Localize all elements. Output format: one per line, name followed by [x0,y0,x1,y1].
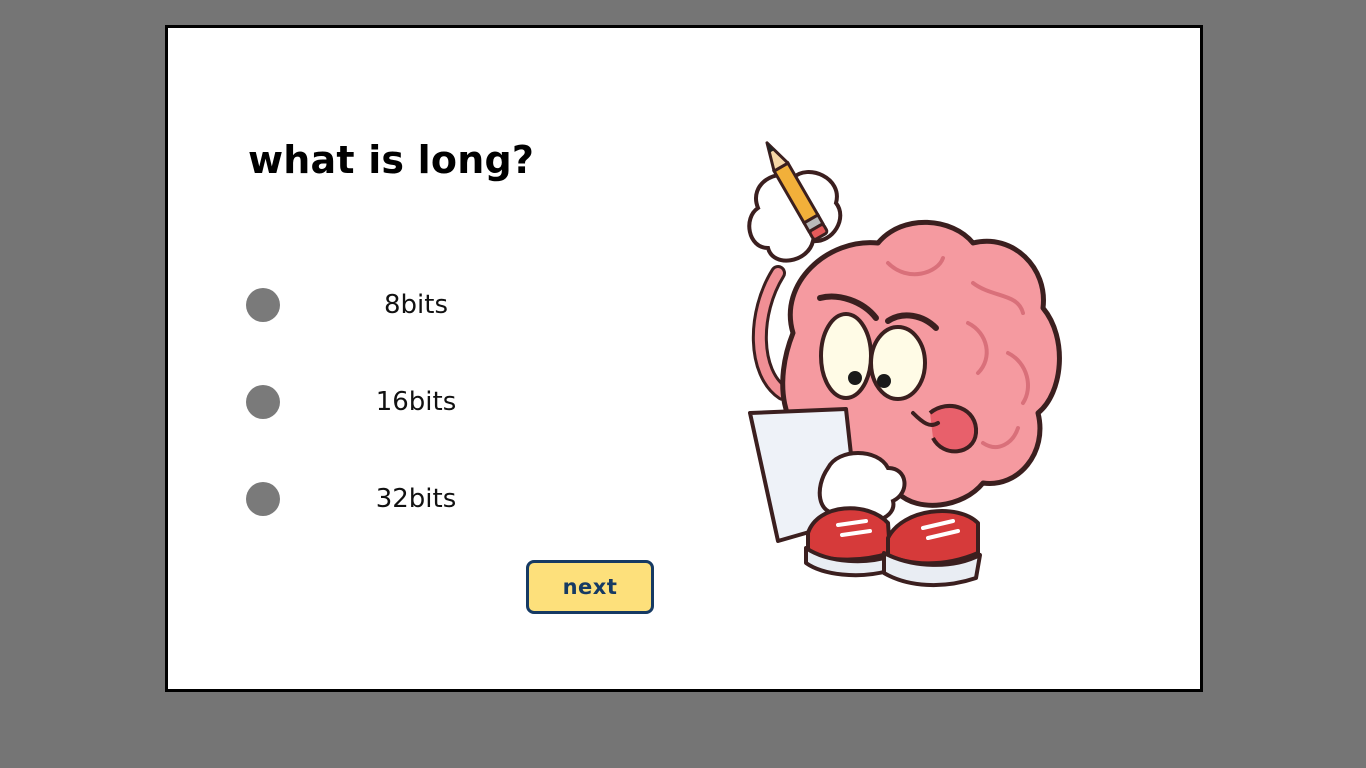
option-label: 16bits [375,387,457,417]
quiz-card: what is long? 8bits 16bits 32bits next [165,25,1203,692]
option-8bits[interactable]: 8bits [246,288,506,322]
thinking-brain-icon [747,141,1062,588]
radio-button[interactable] [246,385,280,419]
option-label: 8bits [383,290,448,320]
next-button[interactable]: next [526,560,654,614]
radio-button[interactable] [246,288,280,322]
radio-button[interactable] [246,482,280,516]
option-label: 32bits [375,484,457,514]
option-16bits[interactable]: 16bits [246,385,506,419]
question-title: what is long? [248,138,535,182]
option-32bits[interactable]: 32bits [246,482,506,516]
